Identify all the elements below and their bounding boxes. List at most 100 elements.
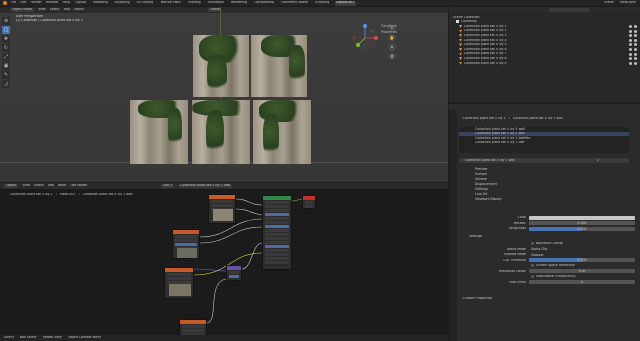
camera-render-icon[interactable] — [634, 47, 637, 51]
workspace-tab-sculpting[interactable]: Sculpting — [113, 1, 131, 6]
blender-logo-icon[interactable] — [3, 1, 7, 5]
blend-mode-select[interactable]: Alpha Clip — [529, 247, 635, 252]
workspace-tab-layout[interactable]: Layout — [74, 1, 88, 6]
eye-icon[interactable] — [628, 43, 632, 47]
camera-render-icon[interactable] — [634, 43, 637, 47]
wall-panel[interactable] — [251, 35, 307, 97]
menu-file[interactable]: File — [11, 1, 16, 4]
camera-render-icon[interactable] — [634, 34, 637, 38]
camera-render-icon[interactable] — [634, 57, 637, 61]
settings-header[interactable]: Settings — [469, 235, 482, 238]
custom-properties-section[interactable]: Custom Properties — [463, 297, 492, 300]
menu-render[interactable]: Render — [31, 1, 42, 4]
workspace-tab-shading[interactable]: Shading — [186, 1, 202, 6]
workspace-tab-rendering[interactable]: Rendering — [229, 1, 248, 6]
pass-index-field[interactable]: 0 — [529, 280, 635, 285]
menu-help[interactable]: Help — [62, 1, 69, 4]
roughness-field[interactable]: 0.500 — [529, 226, 635, 231]
workspace-tab-texture-paint[interactable]: Texture Paint — [159, 1, 183, 6]
image-texture-node[interactable] — [208, 194, 236, 224]
workspace-tab-modeling[interactable]: Modeling — [92, 1, 110, 6]
shadow-mode-select[interactable]: Opaque — [529, 252, 635, 257]
eye-icon[interactable] — [628, 38, 632, 42]
wall-panel[interactable] — [192, 100, 250, 164]
viewport-menu-select[interactable]: Select — [50, 8, 60, 11]
metallic-field[interactable]: 0.000 — [529, 221, 635, 226]
visibility-toggles[interactable] — [628, 43, 640, 47]
principled-bsdf-node[interactable] — [262, 195, 292, 270]
measure-icon[interactable]: ◿ — [2, 80, 10, 88]
wall-panel[interactable] — [130, 100, 188, 164]
eye-icon[interactable] — [628, 29, 632, 33]
npanel-tab-properties[interactable]: Properties — [378, 30, 448, 36]
viewport-menu-view[interactable]: View — [38, 8, 46, 11]
scale-icon[interactable]: ⤢ — [2, 53, 10, 61]
visibility-toggles[interactable] — [628, 38, 640, 42]
cursor-icon[interactable]: ⊕ — [2, 17, 10, 25]
mode-selector[interactable]: Object Mode — [10, 7, 35, 13]
eye-icon[interactable] — [628, 52, 632, 56]
image-texture-node[interactable] — [172, 229, 200, 259]
workspace-tab-compositing[interactable]: Compositing — [253, 1, 276, 6]
scene-selector[interactable]: Scene — [604, 1, 614, 4]
viewport-display-roughness-row: Roughness 0.500 — [469, 226, 635, 232]
texture-preview — [169, 284, 191, 296]
camera-icon[interactable]: ⌂ — [388, 43, 396, 51]
camera-render-icon[interactable] — [634, 61, 637, 65]
workspace-tab-uv-editing[interactable]: UV Editing — [135, 1, 155, 6]
visibility-toggles[interactable] — [628, 34, 640, 38]
rotate-icon[interactable]: ↻ — [2, 44, 10, 52]
clip-threshold-slider[interactable]: 0.500 — [529, 258, 635, 263]
camera-render-icon[interactable] — [634, 24, 637, 28]
refraction-depth-label: Refraction Depth — [499, 269, 526, 273]
eye-icon[interactable] — [628, 34, 632, 38]
navigation-gizmo[interactable] — [350, 23, 380, 53]
3d-viewport[interactable]: Object Mode View Select Add Object Globa… — [0, 7, 448, 182]
material-output-node[interactable] — [302, 195, 316, 209]
workspace-tab-animation[interactable]: Animation — [206, 1, 225, 6]
annotate-icon[interactable]: ✎ — [2, 71, 10, 79]
camera-render-icon[interactable] — [634, 52, 637, 56]
visibility-toggles[interactable] — [628, 24, 640, 28]
workspace-tab-layout-001[interactable]: Layout.001 — [334, 0, 356, 6]
camera-render-icon[interactable] — [634, 29, 637, 33]
move-icon[interactable]: ✥ — [2, 35, 10, 43]
wall-panel[interactable] — [193, 35, 249, 97]
outliner-item[interactable]: Collection plant set 4 ivy 9 — [449, 61, 640, 66]
normal-map-node[interactable] — [226, 265, 242, 281]
metallic-label: Metallic — [513, 221, 526, 225]
view-layer-selector[interactable]: ViewLayer — [620, 1, 636, 4]
workspace-tab-geometry-nodes[interactable]: Geometry Nodes — [280, 1, 310, 6]
eye-icon[interactable] — [628, 24, 632, 28]
eye-icon[interactable] — [628, 61, 632, 65]
image-texture-node[interactable] — [164, 267, 194, 299]
viewport-menu-object[interactable]: Object — [74, 8, 84, 11]
wall-panel[interactable] — [253, 100, 311, 164]
collection-instance-icon — [459, 24, 462, 28]
shader-node-editor[interactable]: Object View Select Add Node Use Nodes Sl… — [0, 183, 448, 341]
visibility-toggles[interactable] — [628, 52, 640, 56]
menu-edit[interactable]: Edit — [20, 1, 26, 4]
menu-window[interactable]: Window — [46, 1, 59, 4]
transform-icon[interactable]: ▣ — [2, 62, 10, 70]
sss-translucency-checkbox[interactable] — [531, 275, 534, 279]
backface-culling-checkbox[interactable] — [531, 242, 534, 246]
eye-icon[interactable] — [628, 57, 632, 61]
visibility-toggles[interactable] — [628, 47, 640, 51]
camera-render-icon[interactable] — [634, 38, 637, 42]
ssr-checkbox[interactable] — [531, 264, 534, 268]
material-datablock-field[interactable]: Collection plant set 4 ivy 1 wall 2 — [459, 158, 629, 163]
visibility-toggles[interactable] — [628, 57, 640, 61]
workspace-tab-scripting[interactable]: Scripting — [314, 1, 331, 6]
section-viewport-display[interactable]: Viewport Display — [459, 197, 635, 202]
viewport-menu-add[interactable]: Add — [64, 8, 70, 11]
visibility-toggles[interactable] — [628, 29, 640, 33]
grid-icon[interactable]: # — [388, 52, 396, 60]
color-swatch[interactable] — [529, 215, 635, 220]
outliner-search-input[interactable] — [549, 8, 589, 12]
eye-icon[interactable] — [628, 47, 632, 51]
material-slot[interactable]: Collection plant set 4 ivy 1 leaf — [459, 141, 629, 146]
refraction-depth-field[interactable]: 0 m — [529, 269, 635, 274]
visibility-toggles[interactable] — [628, 61, 640, 65]
select-icon[interactable]: ▢ — [2, 26, 10, 34]
